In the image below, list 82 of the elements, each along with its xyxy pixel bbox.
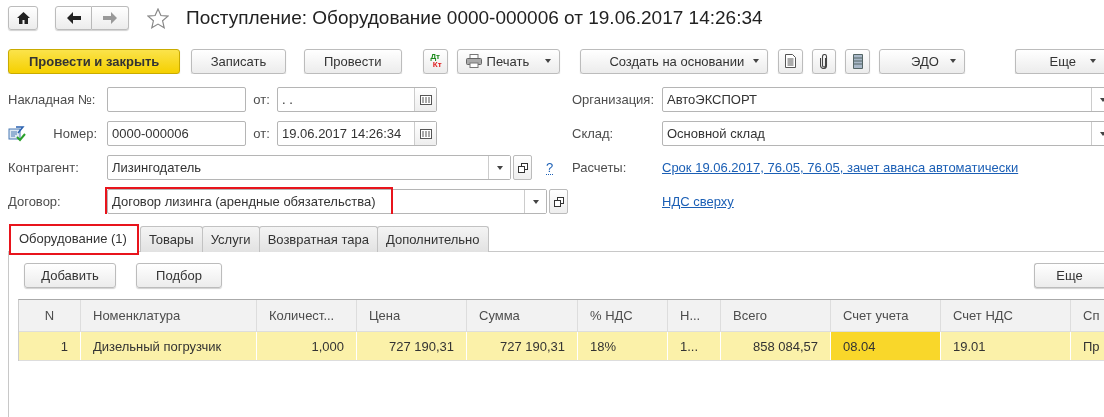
table-cell: 727 190,31	[467, 332, 578, 360]
table-cell: 08.04	[831, 332, 941, 360]
print-button[interactable]: Печать	[456, 48, 560, 74]
settlements-link[interactable]: Срок 19.06.2017, 76.05, 76.05, зачет аванса автоматически	[662, 160, 1019, 175]
input-field[interactable]: Договор лизинга (арендные обязательства)	[107, 189, 547, 214]
field-label: Склад:	[572, 126, 615, 141]
more-button[interactable]: Еще	[1014, 48, 1104, 74]
dropdown-button[interactable]: ЭДО	[879, 48, 965, 74]
post-and-close-button[interactable]: Провести и закрыть	[8, 48, 181, 74]
calendar-icon	[419, 94, 432, 105]
tab[interactable]: Дополнительно	[376, 226, 489, 252]
attach-button[interactable]	[811, 48, 837, 74]
more-button[interactable]: Еще	[1034, 263, 1104, 288]
tab[interactable]: Услуги	[201, 226, 260, 252]
open-button[interactable]	[513, 155, 532, 180]
column-header[interactable]: Номенклатура	[81, 300, 257, 331]
table-cell-text: Пр	[1082, 337, 1101, 356]
list-button[interactable]	[845, 48, 871, 74]
back-button[interactable]	[55, 6, 92, 30]
edit-document-icon	[8, 125, 26, 142]
table-cell: 19.01	[941, 332, 1071, 360]
column-header[interactable]: Цена	[357, 300, 467, 331]
panel-button[interactable]: Подбор	[136, 263, 222, 288]
field-label: Номер:	[52, 126, 98, 141]
printer-icon	[465, 54, 482, 68]
document-icon	[784, 54, 796, 68]
debit-credit-button[interactable]: Дт Кт	[422, 48, 448, 74]
table-cell: 18%	[578, 332, 668, 360]
calendar-icon	[419, 128, 432, 139]
table-row[interactable]: 1 Дизельный погрузчик 1,000 727 190,31 727 190,31 18% 1... 858 084,57 08.04 19.01 Пр	[19, 332, 1104, 361]
field-label: Организация:	[572, 92, 656, 107]
input-field[interactable]: 0000-000006	[107, 121, 246, 146]
paperclip-icon	[820, 53, 829, 69]
column-header[interactable]: % НДС	[578, 300, 668, 331]
panel-button[interactable]: Добавить	[24, 263, 116, 288]
calendar-button[interactable]	[414, 88, 436, 111]
vat-link[interactable]: НДС сверху	[662, 194, 734, 209]
column-header[interactable]: N	[19, 300, 81, 331]
tab[interactable]: Товары	[139, 226, 203, 252]
field-label: от:	[252, 92, 271, 107]
toolbar-button[interactable]: Провести	[303, 48, 402, 74]
table-cell: 727 190,31	[357, 332, 467, 360]
table-cell: 1...	[668, 332, 721, 360]
field-value: Договор лизинга (арендные обязательства)	[111, 193, 377, 211]
field-label: Договор:	[8, 194, 62, 209]
report-button[interactable]	[777, 48, 803, 74]
field-label: Расчеты:	[572, 160, 628, 175]
date-field[interactable]: . .	[277, 87, 437, 112]
open-button[interactable]	[549, 189, 568, 214]
tab[interactable]: Оборудование (1)	[10, 224, 138, 252]
date-field[interactable]: 19.06.2017 14:26:34	[277, 121, 437, 146]
open-window-icon	[553, 196, 564, 207]
table-cell: Дизельный погрузчик	[81, 332, 257, 360]
column-header[interactable]: Счет НДС	[941, 300, 1071, 331]
input-field[interactable]: АвтоЭКСПОРТ	[662, 87, 1104, 112]
help-link[interactable]: ?	[546, 160, 554, 175]
input-field[interactable]	[107, 87, 246, 112]
dropdown-button[interactable]: Создать на основании	[579, 48, 768, 74]
table-cell: 1	[19, 332, 81, 360]
column-header[interactable]: Сумма	[467, 300, 578, 331]
calendar-button[interactable]	[414, 122, 436, 145]
table-cell: 1,000	[257, 332, 357, 360]
toolbar-button[interactable]: Записать	[191, 48, 286, 74]
home-button[interactable]	[8, 6, 38, 30]
tab[interactable]: Возвратная тара	[258, 226, 378, 252]
column-header[interactable]: Счет учета	[831, 300, 941, 331]
home-icon	[16, 12, 30, 24]
back-arrow-icon	[66, 12, 81, 24]
stack-icon	[852, 53, 863, 69]
input-field[interactable]: Основной склад	[662, 121, 1104, 146]
column-header[interactable]: Н...	[668, 300, 721, 331]
open-window-icon	[517, 162, 528, 173]
column-header[interactable]: Количест...	[257, 300, 357, 331]
column-header[interactable]: Сп	[1071, 300, 1104, 331]
forward-arrow-icon	[103, 12, 117, 24]
column-header[interactable]: Всего	[721, 300, 831, 331]
input-field[interactable]: Лизингодатель	[107, 155, 511, 180]
field-label: от:	[252, 126, 271, 141]
window-title: Поступление: Оборудование 0000-000006 от 19.06.2017 14:26:34	[186, 7, 763, 29]
field-label: Контрагент:	[8, 160, 80, 175]
star-icon[interactable]	[147, 7, 169, 29]
field-label: Накладная №:	[8, 92, 97, 107]
